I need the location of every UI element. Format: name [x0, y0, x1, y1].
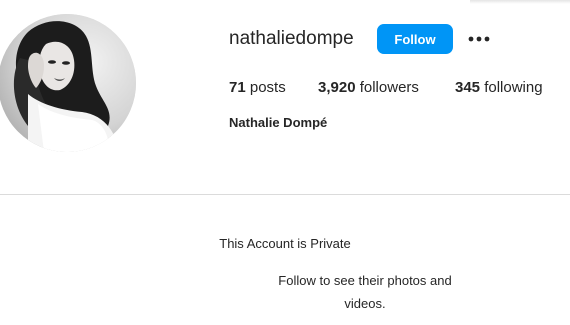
- avatar-photo: [0, 14, 136, 152]
- full-name: Nathalie Dompé: [229, 115, 328, 130]
- more-options-button[interactable]: [466, 29, 492, 49]
- top-edge-shadow: [470, 0, 570, 4]
- followers-number: 3,920: [318, 79, 356, 96]
- following-link[interactable]: 345 following: [455, 79, 543, 96]
- username: nathaliedompe: [229, 28, 354, 49]
- posts-count: 71 posts: [229, 79, 286, 96]
- private-account-subtitle: Follow to see their photos and videos.: [278, 273, 452, 311]
- followers-label: followers: [355, 79, 419, 96]
- avatar[interactable]: [0, 14, 136, 152]
- ellipsis-icon: [468, 36, 490, 42]
- posts-number: 71: [229, 79, 246, 96]
- profile-page: nathaliedompe Follow 71 posts 3,920 foll…: [0, 0, 570, 325]
- posts-label: posts: [245, 79, 286, 96]
- private-account-title: This Account is Private: [219, 236, 351, 251]
- followers-link[interactable]: 3,920 followers: [318, 79, 419, 96]
- following-label: following: [480, 79, 543, 96]
- following-number: 345: [455, 79, 481, 96]
- section-divider: [0, 194, 570, 195]
- follow-button[interactable]: Follow: [377, 24, 453, 54]
